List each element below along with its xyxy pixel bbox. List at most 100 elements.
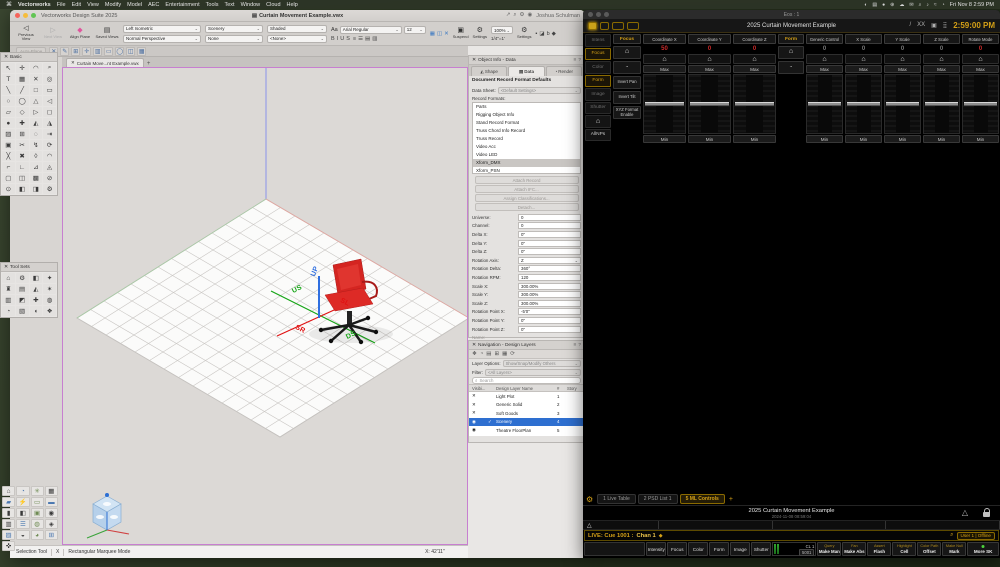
tool-button[interactable]: □	[30, 85, 43, 95]
design-layer-row[interactable]: ◉ Theatre FloorPlan 5	[469, 426, 584, 435]
fader-track[interactable]	[884, 74, 921, 134]
search-icon[interactable]: ⌕	[950, 532, 953, 539]
warning-icon[interactable]: △	[962, 508, 968, 517]
menubar-item[interactable]: Window	[241, 2, 261, 8]
parameter-category-button[interactable]: AllNPs	[585, 129, 611, 142]
palette-menu-icon[interactable]: ≡	[574, 58, 577, 63]
zoom-window-button[interactable]	[31, 13, 36, 18]
snap-toggle-button[interactable]: ✕	[444, 31, 449, 37]
attribute-button[interactable]: ◆	[552, 31, 556, 37]
parameter-category-button[interactable]: Form	[585, 75, 611, 88]
record-action-button[interactable]: Assign Classifications...	[475, 194, 579, 202]
close-window-button[interactable]	[588, 12, 593, 17]
mode-button[interactable]: ▦	[137, 47, 146, 56]
field-input[interactable]: 300.00%	[518, 283, 581, 290]
tool-button[interactable]: ⊿	[30, 162, 43, 172]
tool-set-button[interactable]: ▤	[16, 284, 29, 294]
design-layer-row[interactable]: ✕ Generic Solid 2	[469, 401, 584, 410]
tool-button[interactable]: ◠	[43, 151, 56, 161]
tool-button[interactable]: ◠	[30, 63, 43, 73]
menubar-status-icon[interactable]: ♪	[926, 2, 929, 8]
tool-button[interactable]: ✕	[30, 74, 43, 84]
tool-set-button[interactable]: ◍	[43, 295, 56, 305]
parameter-header[interactable]: X Scale	[845, 34, 882, 44]
home-icon[interactable]: ⌂	[845, 54, 882, 64]
tool-button[interactable]: ⟳	[43, 140, 56, 150]
tool-set-button[interactable]: ♜	[2, 284, 15, 294]
record-format-item[interactable]: Xform_PSN	[473, 167, 580, 174]
field-input[interactable]: 120	[518, 274, 581, 281]
category-softkey[interactable]: Form	[709, 542, 729, 556]
fader-handle[interactable]	[925, 102, 958, 106]
palette-help-icon[interactable]: ?	[578, 343, 581, 348]
display-layout-icon[interactable]	[612, 22, 624, 30]
category-softkey[interactable]: Shutter	[751, 542, 771, 556]
tool-set-button[interactable]: ◈	[45, 519, 58, 529]
parameter-header[interactable]: Coordinate X	[643, 34, 686, 44]
record-action-button[interactable]: Detach...	[475, 203, 579, 211]
menubar-item[interactable]: AEC	[148, 2, 159, 8]
tool-button[interactable]: ∟	[16, 162, 29, 172]
tool-button[interactable]: ○	[2, 96, 15, 106]
fader-max-button[interactable]: Max	[923, 65, 960, 73]
parameter-header[interactable]: Coordinate Z	[733, 34, 776, 44]
record-format-item[interactable]: Parts	[473, 103, 580, 111]
blank-softkey[interactable]	[584, 542, 645, 556]
zoom-window-button[interactable]	[604, 12, 609, 17]
navigation-tool-icon[interactable]: ⊞	[494, 351, 499, 357]
tool-button[interactable]: ↖	[2, 63, 15, 73]
tool-button[interactable]: ╱	[16, 85, 29, 95]
tool-button[interactable]: ◨	[30, 184, 43, 194]
parameter-header[interactable]: Y Scale	[884, 34, 921, 44]
titlebar-icon[interactable]: ⚙	[520, 12, 525, 19]
settings-button[interactable]: ⚙ Settings	[473, 27, 487, 39]
tool-set-button[interactable]: ⊞	[45, 530, 58, 540]
fader-handle[interactable]	[645, 102, 684, 106]
fader-track[interactable]	[643, 74, 686, 134]
tool-set-button[interactable]: ◕	[31, 530, 44, 540]
view-nav-button[interactable]: ◆ Align Plane	[68, 27, 92, 39]
field-input[interactable]: 0"	[518, 248, 581, 255]
display-layout-icon[interactable]	[588, 22, 597, 30]
parameter-category-button[interactable]: Image	[585, 88, 611, 101]
parameter-category-button[interactable]: Shutter	[585, 102, 611, 115]
drawing-viewport[interactable]: US UP SL SR DS	[62, 67, 468, 545]
view-nav-button[interactable]: ▤ Saved Views	[95, 27, 119, 39]
toolbar-dropdown[interactable]: <None>	[267, 35, 327, 43]
fader-min-button[interactable]: Min	[733, 135, 776, 143]
record-format-item[interactable]: Video Acc	[473, 143, 580, 151]
font-style-icon[interactable]: Aa	[331, 27, 338, 33]
menubar-status-icon[interactable]: ◐	[864, 2, 867, 8]
close-palette-icon[interactable]: ✕	[4, 265, 8, 270]
layer-visibility-icon[interactable]: ◉	[472, 427, 488, 433]
parameter-category-button[interactable]: Color	[585, 61, 611, 74]
tool-button[interactable]: ◯	[16, 96, 29, 106]
tool-button[interactable]: ▭	[43, 85, 56, 95]
font-size-dropdown[interactable]: 12	[404, 26, 426, 34]
toolbar-dropdown[interactable]: Scenery	[205, 25, 263, 33]
mode-button[interactable]: ✎	[60, 47, 69, 56]
category-softkey[interactable]: Image	[730, 542, 750, 556]
menubar-item[interactable]: Tools	[206, 2, 219, 8]
home-icon[interactable]: ⌂	[806, 54, 843, 64]
tool-set-button[interactable]: ◍	[31, 519, 44, 529]
home-icon[interactable]: ⌂	[923, 54, 960, 64]
mode-button[interactable]: ▥	[93, 47, 102, 56]
data-sheet-dropdown[interactable]: <Default Settings>	[498, 87, 581, 94]
tool-set-button[interactable]: ▣	[31, 508, 44, 518]
menubar-status-icon[interactable]: ☁	[899, 2, 904, 8]
tool-set-button[interactable]: ▥	[2, 519, 15, 529]
home-icon[interactable]: ⌂	[688, 54, 731, 64]
fader-track[interactable]	[923, 74, 960, 134]
menubar-status-icon[interactable]: ▤	[872, 2, 877, 8]
tool-set-button[interactable]: ❖	[43, 306, 56, 316]
parameter-header[interactable]: Rotate Mode	[962, 34, 999, 44]
record-format-item[interactable]: Truss Chord Info Record	[473, 127, 580, 135]
design-layer-row[interactable]: ✕ Light Plot 1	[469, 392, 584, 401]
titlebar-icon[interactable]: ⌕	[513, 12, 516, 19]
field-input[interactable]: -5'0"	[518, 308, 581, 315]
tool-set-button[interactable]: ⌂	[2, 486, 15, 496]
tool-button[interactable]: ⊘	[43, 173, 56, 183]
minimize-window-button[interactable]	[596, 12, 601, 17]
record-format-item[interactable]: Video LED	[473, 151, 580, 159]
